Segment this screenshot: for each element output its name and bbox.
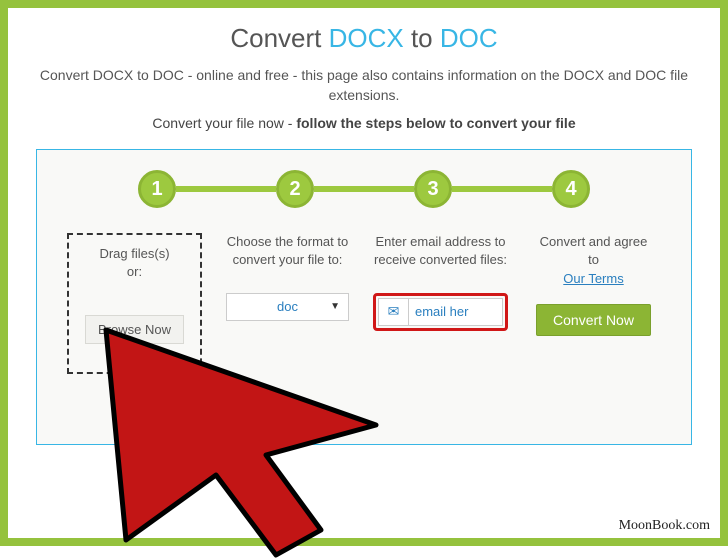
columns: Drag files(s) or: Browse Now Choose the … [63, 233, 665, 374]
title-to: DOC [440, 23, 498, 53]
email-highlight: ✉ email her [373, 293, 508, 331]
instruction-bold: follow the steps below to convert your f… [296, 115, 575, 131]
col-upload: Drag files(s) or: Browse Now [63, 233, 206, 374]
browse-button[interactable]: Browse Now [85, 315, 184, 344]
step-line [314, 186, 414, 192]
step-2: 2 [276, 170, 314, 208]
instruction-lead: Convert your file now - [152, 115, 296, 131]
convert-footer-label: Conver [137, 409, 179, 424]
format-selected: doc [277, 298, 298, 316]
col-format: Choose the format to convert your file t… [216, 233, 359, 374]
drag-drop-zone[interactable]: Drag files(s) or: Browse Now [67, 233, 202, 374]
email-input[interactable]: email her [409, 303, 502, 321]
email-label: Enter email address to receive converted… [369, 233, 512, 285]
stepper: 1 2 3 4 [63, 170, 665, 233]
chevron-down-icon: ▼ [330, 300, 340, 314]
step-line [452, 186, 552, 192]
email-input-group[interactable]: ✉ email her [378, 298, 503, 326]
col-email: Enter email address to receive converted… [369, 233, 512, 374]
convert-button[interactable]: Convert Now [536, 304, 651, 336]
drag-text: Drag files(s) or: [75, 245, 194, 297]
watermark: MoonBook.com [619, 518, 710, 534]
title-prefix: Convert [230, 23, 328, 53]
page-title: Convert DOCX to DOC [8, 23, 720, 54]
instruction: Convert your file now - follow the steps… [28, 115, 700, 131]
format-label: Choose the format to convert your file t… [216, 233, 359, 285]
subtitle: Convert DOCX to DOC - online and free - … [28, 66, 700, 105]
step-1: 1 [138, 170, 176, 208]
format-select[interactable]: doc ▼ [226, 293, 349, 321]
step-4: 4 [552, 170, 590, 208]
title-mid: to [404, 23, 440, 53]
step-line [176, 186, 276, 192]
terms-link[interactable]: Our Terms [563, 271, 623, 286]
envelope-icon: ✉ [379, 299, 409, 325]
converter-card: 1 2 3 4 Drag files(s) or: Browse Now Cho… [36, 149, 692, 445]
step-3: 3 [414, 170, 452, 208]
title-from: DOCX [329, 23, 404, 53]
agree-text: Convert and agree to Our Terms [522, 233, 665, 288]
col-convert: Convert and agree to Our Terms Convert N… [522, 233, 665, 374]
